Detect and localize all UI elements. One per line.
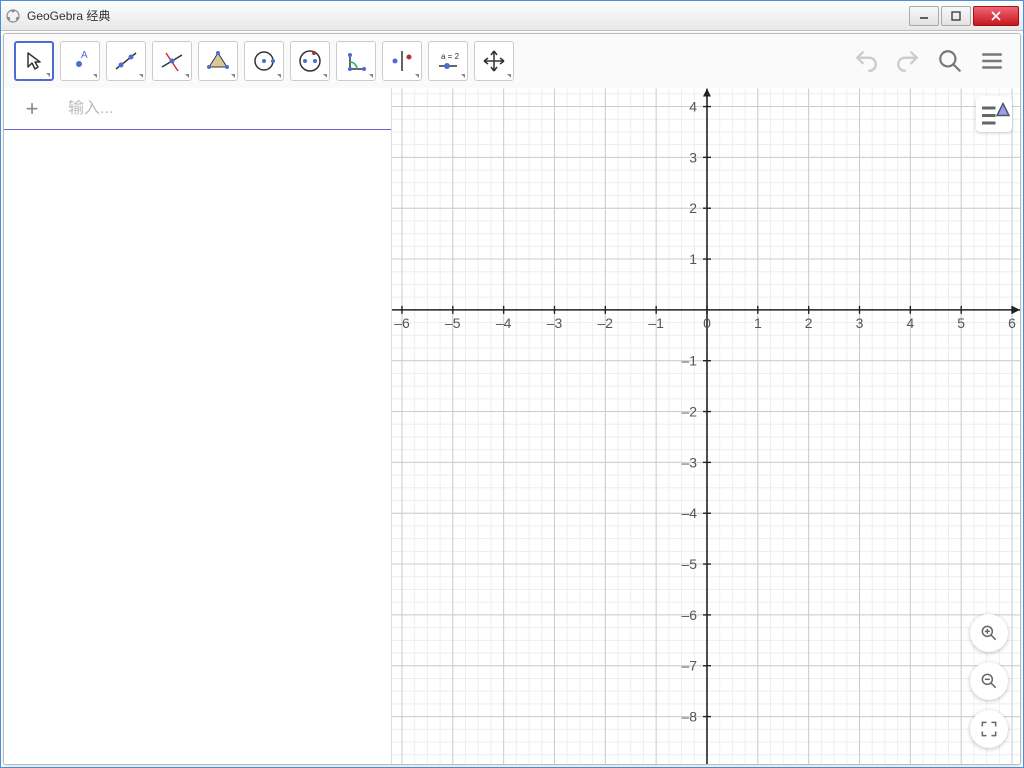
menu-button[interactable]: [974, 43, 1010, 79]
svg-text:2: 2: [805, 315, 813, 331]
svg-text:–6: –6: [394, 315, 410, 331]
svg-text:1: 1: [689, 251, 697, 267]
tool-line[interactable]: [106, 41, 146, 81]
svg-text:–2: –2: [598, 315, 614, 331]
main-area: + –6 –5 –4 –3 –2 –1 0 1 2 3 4 5 6 –8 –7 –6 –5 –4 –3 –2 –1 1 2 3…: [4, 88, 1020, 764]
svg-text:A: A: [81, 50, 88, 61]
tool-ellipse[interactable]: [290, 41, 330, 81]
style-bar-button[interactable]: [976, 96, 1012, 132]
svg-text:–4: –4: [682, 505, 698, 521]
content-area: A a = 2 + –6 –5 –4 –3 –2 –1: [3, 33, 1021, 765]
svg-text:–2: –2: [682, 404, 698, 420]
algebra-view: +: [4, 88, 392, 764]
tool-move-graphics[interactable]: [474, 41, 514, 81]
tool-reflect[interactable]: [382, 41, 422, 81]
tool-point[interactable]: A: [60, 41, 100, 81]
svg-text:–5: –5: [682, 556, 698, 572]
tool-move[interactable]: [14, 41, 54, 81]
search-button[interactable]: [932, 43, 968, 79]
app-icon: [5, 8, 21, 24]
svg-text:–1: –1: [682, 353, 698, 369]
svg-text:–6: –6: [682, 607, 698, 623]
titlebar: GeoGebra 经典: [1, 1, 1023, 31]
minimize-button[interactable]: [909, 6, 939, 26]
tool-slider[interactable]: a = 2: [428, 41, 468, 81]
algebra-input[interactable]: [60, 100, 391, 118]
graphics-view[interactable]: –6 –5 –4 –3 –2 –1 0 1 2 3 4 5 6 –8 –7 –6 –5 –4 –3 –2 –1 1 2 3 4: [392, 88, 1020, 764]
svg-text:3: 3: [689, 149, 697, 165]
tool-perpendicular[interactable]: [152, 41, 192, 81]
svg-text:4: 4: [689, 99, 697, 115]
redo-button[interactable]: [890, 43, 926, 79]
undo-button[interactable]: [848, 43, 884, 79]
tool-circle[interactable]: [244, 41, 284, 81]
window-title: GeoGebra 经典: [27, 7, 907, 24]
svg-text:1: 1: [754, 315, 762, 331]
maximize-button[interactable]: [941, 6, 971, 26]
close-button[interactable]: [973, 6, 1019, 26]
svg-text:4: 4: [906, 315, 914, 331]
tool-angle[interactable]: [336, 41, 376, 81]
svg-text:–4: –4: [496, 315, 512, 331]
svg-text:–5: –5: [445, 315, 461, 331]
zoom-out-button[interactable]: [970, 662, 1008, 700]
window-controls: [907, 6, 1019, 26]
svg-text:a = 2: a = 2: [441, 52, 460, 61]
app-window: GeoGebra 经典 A a = 2: [0, 0, 1024, 768]
svg-text:6: 6: [1008, 315, 1016, 331]
fullscreen-button[interactable]: [970, 710, 1008, 748]
coordinate-grid[interactable]: –6 –5 –4 –3 –2 –1 0 1 2 3 4 5 6 –8 –7 –6 –5 –4 –3 –2 –1 1 2 3 4: [392, 88, 1020, 764]
add-button[interactable]: +: [4, 88, 60, 129]
zoom-in-button[interactable]: [970, 614, 1008, 652]
svg-text:3: 3: [856, 315, 864, 331]
svg-text:–3: –3: [547, 315, 563, 331]
input-row: +: [4, 88, 391, 130]
svg-text:5: 5: [957, 315, 965, 331]
svg-text:2: 2: [689, 200, 697, 216]
tool-polygon[interactable]: [198, 41, 238, 81]
svg-text:–3: –3: [682, 454, 698, 470]
svg-text:–1: –1: [648, 315, 664, 331]
toolbar: A a = 2: [4, 34, 1020, 88]
svg-text:–7: –7: [682, 658, 698, 674]
svg-text:0: 0: [703, 315, 711, 331]
svg-text:–8: –8: [682, 709, 698, 725]
